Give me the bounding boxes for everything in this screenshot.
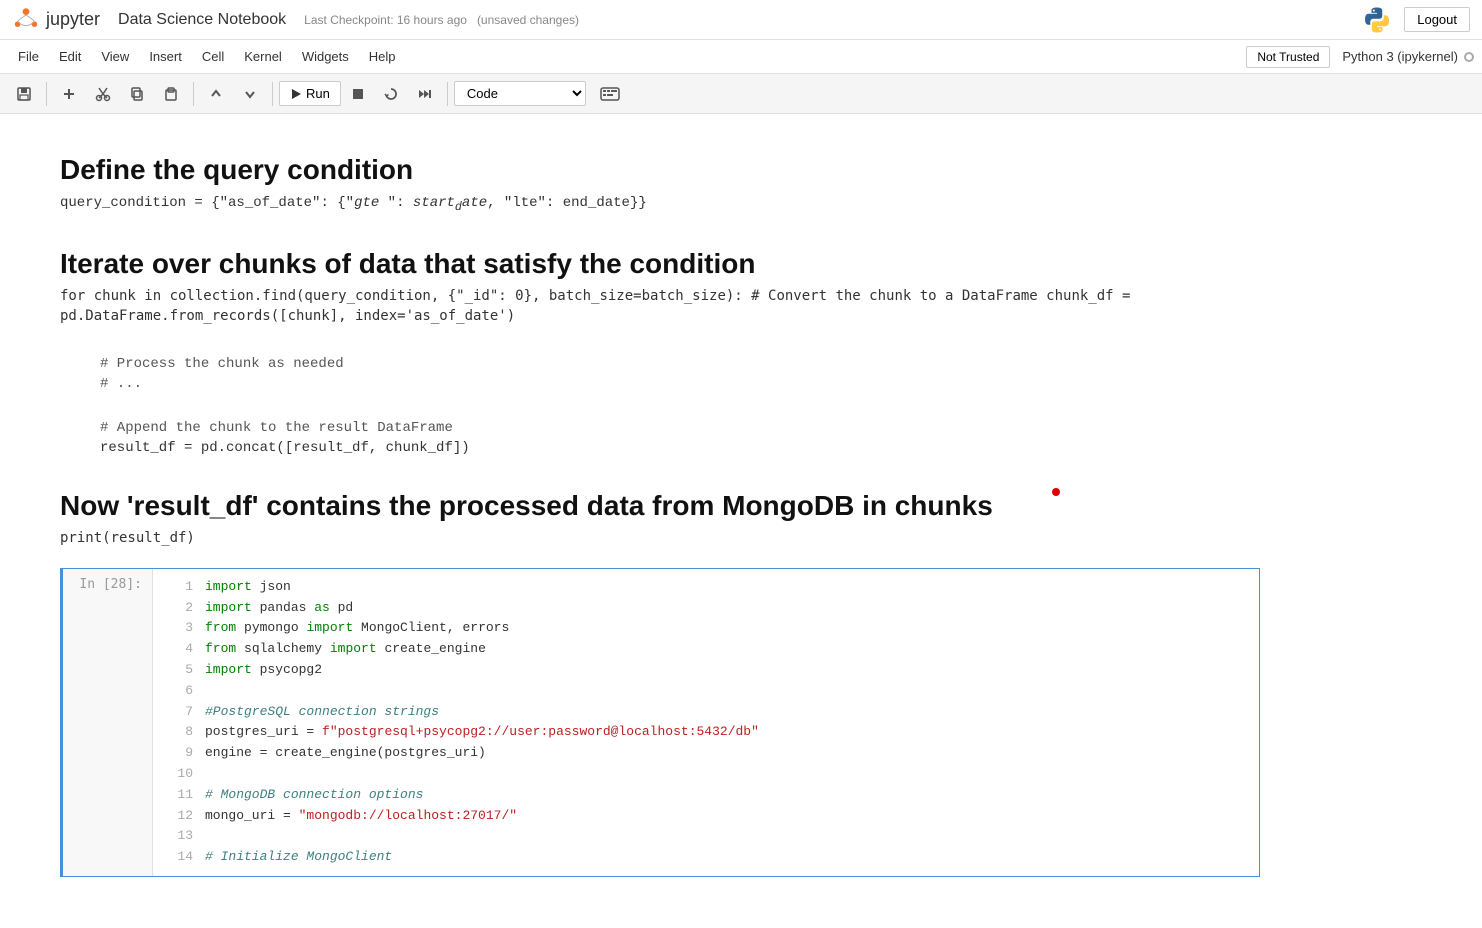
section1-heading: Define the query condition bbox=[60, 154, 1260, 186]
code-line-11: 11 # MongoDB connection options bbox=[165, 785, 1247, 806]
toolbar-divider-1 bbox=[46, 82, 47, 106]
topbar: jupyter Data Science Notebook Last Check… bbox=[0, 0, 1482, 40]
section2-comment3: # Append the chunk to the result DataFra… bbox=[100, 420, 1260, 436]
kernel-status-circle bbox=[1464, 52, 1474, 62]
keyboard-icon bbox=[600, 86, 620, 102]
cut-button[interactable] bbox=[87, 81, 119, 107]
not-trusted-button[interactable]: Not Trusted bbox=[1246, 46, 1330, 68]
toolbar-divider-3 bbox=[272, 82, 273, 106]
save-button[interactable] bbox=[8, 81, 40, 107]
menubar-right: Not Trusted Python 3 (ipykernel) bbox=[1246, 46, 1474, 68]
section3-heading: Now 'result_df' contains the processed d… bbox=[60, 490, 1260, 522]
menu-edit[interactable]: Edit bbox=[49, 45, 91, 68]
jupyter-logo-icon bbox=[12, 6, 40, 34]
arrow-up-icon bbox=[208, 86, 224, 102]
code-line-2: 2 import pandas as pd bbox=[165, 598, 1247, 619]
toolbar-divider-4 bbox=[447, 82, 448, 106]
scissors-icon bbox=[95, 86, 111, 102]
save-icon bbox=[16, 86, 32, 102]
section2-heading: Iterate over chunks of data that satisfy… bbox=[60, 248, 1260, 280]
kernel-info: Python 3 (ipykernel) bbox=[1342, 49, 1474, 64]
section1-code: query_condition = {"as_of_date": {"gte "… bbox=[60, 194, 1260, 214]
code-line-9: 9 engine = create_engine(postgres_uri) bbox=[165, 743, 1247, 764]
section3-print: print(result_df) bbox=[60, 530, 1260, 546]
add-cell-button[interactable] bbox=[53, 81, 85, 107]
menu-view[interactable]: View bbox=[91, 45, 139, 68]
code-line-13: 13 bbox=[165, 826, 1247, 847]
keyboard-shortcuts-button[interactable] bbox=[592, 81, 628, 107]
stop-icon bbox=[351, 87, 365, 101]
stop-button[interactable] bbox=[343, 82, 373, 106]
menu-help[interactable]: Help bbox=[359, 45, 406, 68]
toolbar: Run Code Markdown Raw NBConvert bbox=[0, 74, 1482, 114]
section2-code1: for chunk in collection.find(query_condi… bbox=[60, 288, 1260, 304]
notebook: Define the query condition query_conditi… bbox=[0, 114, 1320, 905]
section2-comment2: # ... bbox=[100, 376, 1260, 392]
arrow-down-icon bbox=[242, 86, 258, 102]
menu-file[interactable]: File bbox=[8, 45, 49, 68]
cell-prompt: In [28]: bbox=[63, 569, 153, 876]
paste-button[interactable] bbox=[155, 81, 187, 107]
code-line-14: 14 # Initialize MongoClient bbox=[165, 847, 1247, 868]
topbar-left: jupyter Data Science Notebook Last Check… bbox=[12, 6, 579, 34]
cell-type-select[interactable]: Code Markdown Raw NBConvert bbox=[454, 81, 586, 106]
restart-icon bbox=[383, 86, 399, 102]
topbar-right: Logout bbox=[1362, 5, 1470, 35]
copy-icon bbox=[129, 86, 145, 102]
red-dot-indicator bbox=[1052, 488, 1060, 496]
code-line-5: 5 import psycopg2 bbox=[165, 660, 1247, 681]
jupyter-logo: jupyter bbox=[12, 6, 100, 34]
copy-button[interactable] bbox=[121, 81, 153, 107]
jupyter-brand-text: jupyter bbox=[46, 9, 100, 30]
markdown-cell-1: Define the query condition query_conditi… bbox=[60, 134, 1260, 228]
section2-concat: result_df = pd.concat([result_df, chunk_… bbox=[100, 440, 1260, 456]
menubar: File Edit View Insert Cell Kernel Widget… bbox=[0, 40, 1482, 74]
menu-kernel[interactable]: Kernel bbox=[234, 45, 292, 68]
main-content: Define the query condition query_conditi… bbox=[0, 114, 1482, 928]
code-line-6: 6 bbox=[165, 681, 1247, 702]
code-line-4: 4 from sqlalchemy import create_engine bbox=[165, 639, 1247, 660]
move-up-button[interactable] bbox=[200, 81, 232, 107]
move-down-button[interactable] bbox=[234, 81, 266, 107]
markdown-cell-3: Now 'result_df' contains the processed d… bbox=[60, 470, 1260, 560]
checkpoint-info: Last Checkpoint: 16 hours ago (unsaved c… bbox=[304, 13, 579, 27]
code-line-3: 3 from pymongo import MongoClient, error… bbox=[165, 618, 1247, 639]
toolbar-divider-2 bbox=[193, 82, 194, 106]
paste-icon bbox=[163, 86, 179, 102]
menu-cell[interactable]: Cell bbox=[192, 45, 234, 68]
menu-insert[interactable]: Insert bbox=[139, 45, 192, 68]
run-icon bbox=[290, 88, 302, 100]
section2-code2: pd.DataFrame.from_records([chunk], index… bbox=[60, 308, 1260, 324]
code-line-12: 12 mongo_uri = "mongodb://localhost:2701… bbox=[165, 806, 1247, 827]
cell-input[interactable]: 1 import json 2 import pandas as pd 3 fr… bbox=[153, 569, 1259, 876]
code-line-10: 10 bbox=[165, 764, 1247, 785]
section2-comment1: # Process the chunk as needed bbox=[100, 356, 1260, 372]
code-line-7: 7 #PostgreSQL connection strings bbox=[165, 702, 1247, 723]
python-logo-icon bbox=[1362, 5, 1392, 35]
fast-forward-icon bbox=[417, 86, 433, 102]
plus-icon bbox=[61, 86, 77, 102]
markdown-cell-2: Iterate over chunks of data that satisfy… bbox=[60, 228, 1260, 470]
notebook-title[interactable]: Data Science Notebook bbox=[118, 11, 286, 29]
code-line-1: 1 import json bbox=[165, 577, 1247, 598]
run-button[interactable]: Run bbox=[279, 81, 341, 106]
menu-widgets[interactable]: Widgets bbox=[292, 45, 359, 68]
code-cell-28: In [28]: 1 import json 2 import pandas a… bbox=[60, 568, 1260, 877]
code-line-8: 8 postgres_uri = f"postgresql+psycopg2:/… bbox=[165, 722, 1247, 743]
fast-forward-button[interactable] bbox=[409, 81, 441, 107]
restart-button[interactable] bbox=[375, 81, 407, 107]
logout-button[interactable]: Logout bbox=[1404, 7, 1470, 32]
